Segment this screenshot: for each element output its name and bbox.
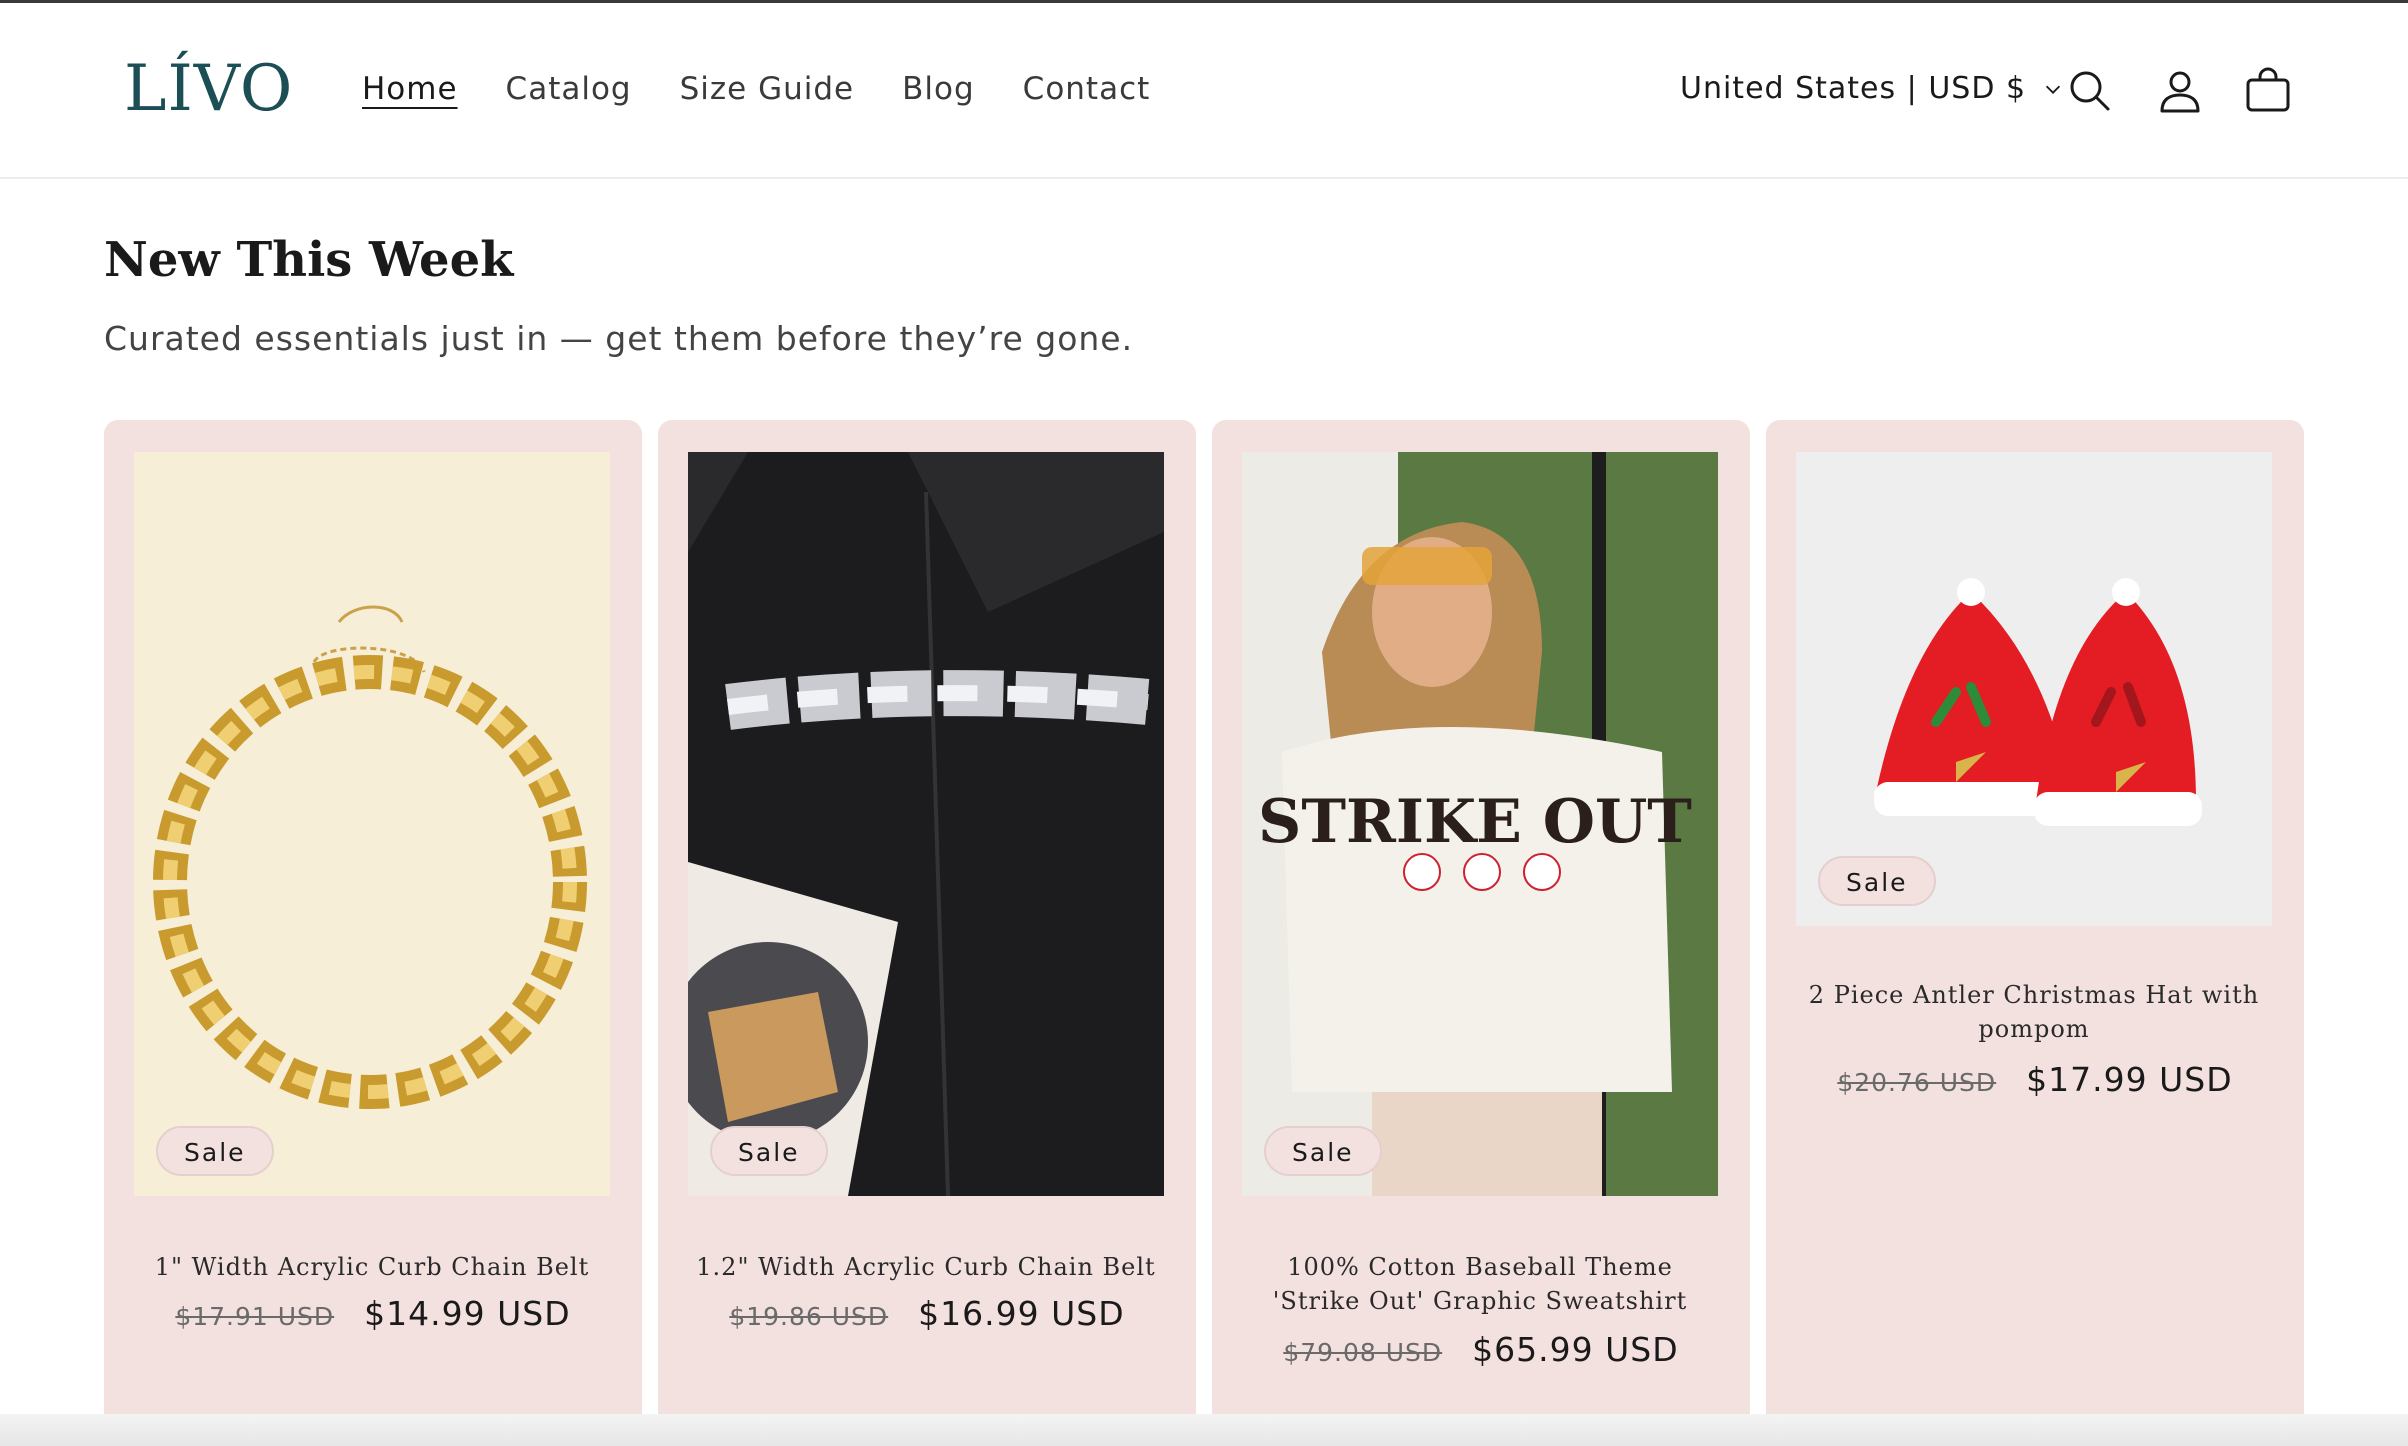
site-header: LÍVO Home Catalog Size Guide Blog Contac… <box>0 3 2408 179</box>
product-prices: $17.91 USD $14.99 USD <box>104 1294 642 1333</box>
product-name[interactable]: 100% Cotton Baseball Theme 'Strike Out' … <box>1242 1250 1718 1318</box>
product-prices: $20.76 USD $17.99 USD <box>1766 1060 2304 1099</box>
product-image-gold-chain-belt[interactable] <box>134 452 610 1196</box>
product-card[interactable]: STRIKE OUT Sale 100% Cotton Baseball The… <box>1212 420 1750 1430</box>
product-grid: Sale 1" Width Acrylic Curb Chain Belt $1… <box>104 420 2304 1430</box>
sweatshirt-graphic-text: STRIKE OUT <box>1258 787 1692 857</box>
product-image-strike-out-sweatshirt[interactable]: STRIKE OUT <box>1242 452 1718 1196</box>
product-card[interactable]: Sale 1" Width Acrylic Curb Chain Belt $1… <box>104 420 642 1430</box>
product-image-christmas-hats[interactable] <box>1796 452 2272 926</box>
sale-price: $14.99 USD <box>364 1294 571 1333</box>
product-prices: $79.08 USD $65.99 USD <box>1212 1330 1750 1369</box>
sale-price: $16.99 USD <box>918 1294 1125 1333</box>
nav-home[interactable]: Home <box>362 67 458 111</box>
search-icon[interactable] <box>2066 67 2114 115</box>
chevron-down-icon <box>2045 85 2061 94</box>
sale-badge: Sale <box>1264 1126 1382 1176</box>
product-name[interactable]: 1" Width Acrylic Curb Chain Belt <box>134 1250 610 1284</box>
sale-price: $65.99 USD <box>1472 1330 1679 1369</box>
old-price: $20.76 USD <box>1837 1068 1997 1097</box>
section-title: New This Week <box>104 232 514 288</box>
page-bottom-fade <box>0 1414 2408 1446</box>
sale-price: $17.99 USD <box>2026 1060 2233 1099</box>
sale-badge: Sale <box>1818 856 1936 906</box>
product-name[interactable]: 2 Piece Antler Christmas Hat with pompom <box>1796 978 2272 1046</box>
product-name[interactable]: 1.2" Width Acrylic Curb Chain Belt <box>688 1250 1164 1284</box>
main-nav: Home Catalog Size Guide Blog Contact <box>362 67 1150 111</box>
account-icon[interactable] <box>2156 67 2204 115</box>
old-price: $79.08 USD <box>1283 1338 1443 1367</box>
sale-badge: Sale <box>710 1126 828 1176</box>
nav-blog[interactable]: Blog <box>902 67 975 111</box>
nav-size-guide[interactable]: Size Guide <box>680 67 855 111</box>
product-card[interactable]: Sale 1.2" Width Acrylic Curb Chain Belt … <box>658 420 1196 1430</box>
old-price: $19.86 USD <box>729 1302 889 1331</box>
nav-contact[interactable]: Contact <box>1023 67 1151 111</box>
locale-label: United States | USD $ <box>1680 71 2027 106</box>
brand-logo[interactable]: LÍVO <box>124 53 293 125</box>
old-price: $17.91 USD <box>175 1302 335 1331</box>
sale-badge: Sale <box>156 1126 274 1176</box>
product-image-silver-chain-belt[interactable] <box>688 452 1164 1196</box>
section-subtitle: Curated essentials just in — get them be… <box>104 319 1134 358</box>
product-prices: $19.86 USD $16.99 USD <box>658 1294 1196 1333</box>
cart-icon[interactable] <box>2244 67 2292 115</box>
locale-selector[interactable]: United States | USD $ <box>1680 67 2064 111</box>
nav-catalog[interactable]: Catalog <box>506 67 632 111</box>
product-card[interactable]: Sale 2 Piece Antler Christmas Hat with p… <box>1766 420 2304 1430</box>
